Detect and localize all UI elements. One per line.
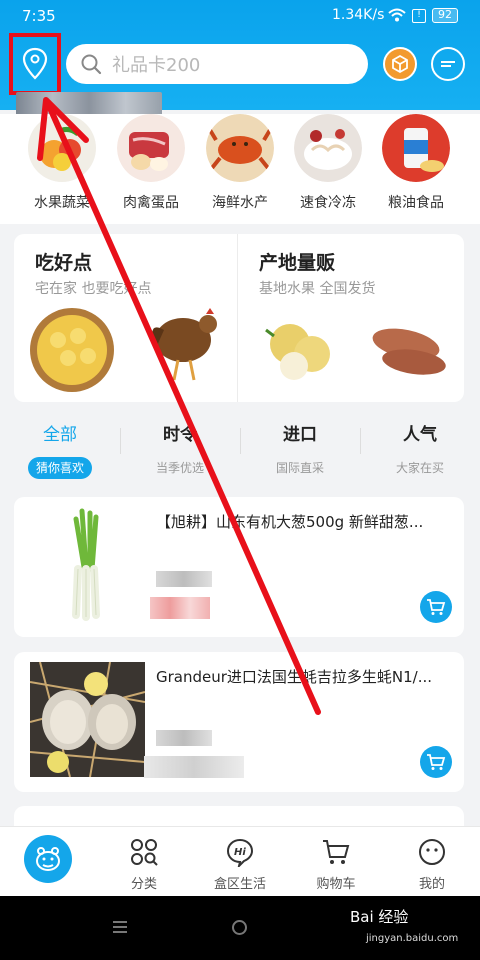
hi-chat-icon: Hi	[226, 838, 254, 867]
add-to-cart-button[interactable]	[420, 746, 452, 778]
category-label: 水果蔬菜	[34, 195, 90, 211]
nav-category[interactable]: 分类	[96, 827, 192, 897]
promo-produce-image	[265, 324, 446, 380]
location-pin-icon	[22, 47, 48, 80]
watermark-main: Bai 经验	[350, 908, 409, 926]
wifi-icon	[388, 8, 406, 22]
product-price-blurred	[156, 571, 212, 587]
feed-tabs: 全部 猜你喜欢 时令 当季优选 进口 国际直采 人气 大家在买	[0, 420, 480, 490]
category-label: 海鲜水产	[212, 195, 268, 211]
nav-label: 购物车	[316, 877, 356, 892]
tab-all[interactable]: 全部 猜你喜欢	[0, 420, 120, 479]
nav-home[interactable]	[0, 827, 96, 897]
search-icon	[81, 54, 102, 75]
message-icon	[441, 59, 455, 69]
fruit-image	[28, 114, 96, 182]
category-label: 粮油食品	[388, 195, 444, 211]
nav-label: 我的	[418, 877, 445, 892]
product-image-scallion	[30, 507, 145, 622]
category-fruit-veg[interactable]: 水果蔬菜	[14, 114, 110, 212]
crab-image	[206, 114, 274, 182]
promo-food-image	[30, 308, 217, 392]
product-price-blurred	[144, 756, 244, 778]
promo-subtitle: 基地水果 全国发货	[259, 281, 376, 297]
category-meat-egg[interactable]: 肉禽蛋品	[103, 114, 199, 212]
category-grain-oil[interactable]: 粮油食品	[368, 114, 464, 212]
profile-smile-icon	[419, 839, 445, 865]
category-label: 肉禽蛋品	[123, 195, 179, 211]
product-name: Grandeur进口法国生蚝吉拉多生蚝N1/...	[156, 668, 433, 686]
promo-origin-bulk[interactable]: 产地量贩 基地水果 全国发货	[238, 234, 462, 402]
network-speed: 1.34K/s	[332, 7, 385, 23]
promo-eat-well[interactable]: 吃好点 宅在家 也要吃好点	[14, 234, 238, 402]
cart-icon	[427, 599, 446, 615]
tab-seasonal[interactable]: 时令 当季优选	[120, 420, 240, 479]
nav-cart[interactable]: 购物车	[288, 827, 384, 897]
watermark: Bai 经验 jingyan.baidu.com	[350, 906, 458, 944]
search-bar[interactable]: 礼品卡200	[66, 44, 368, 84]
tab-imported[interactable]: 进口 国际直采	[240, 420, 360, 479]
meat-image	[117, 114, 185, 182]
product-price-blurred	[150, 597, 210, 619]
svg-text:Hi: Hi	[234, 847, 246, 858]
tab-subtitle: 国际直采	[275, 461, 324, 475]
tab-title: 进口	[283, 425, 317, 445]
sim-icon: !	[412, 9, 426, 23]
add-to-cart-button[interactable]	[420, 591, 452, 623]
location-button[interactable]	[9, 33, 61, 95]
category-row: 水果蔬菜 肉禽蛋品 海鲜水产 速食冷冻 粮油食品	[0, 114, 480, 224]
tab-subtitle: 大家在买	[395, 461, 444, 475]
tab-title: 时令	[163, 425, 197, 445]
status-bar: 7:35 1.34K/s ! 92	[0, 0, 480, 32]
tab-title: 全部	[43, 425, 77, 445]
cube-icon	[392, 54, 408, 74]
battery-icon: 92	[432, 8, 458, 23]
search-placeholder: 礼品卡200	[112, 55, 201, 76]
bottom-nav: 分类 Hi 盒区生活 购物车 我的	[0, 826, 480, 896]
home-hippo-icon	[24, 835, 72, 883]
promo-subtitle: 宅在家 也要吃好点	[35, 281, 152, 297]
home-circle-icon[interactable]	[232, 920, 247, 935]
category-frozen[interactable]: 速食冷冻	[280, 114, 376, 212]
promo-title: 吃好点	[35, 252, 93, 274]
nav-life[interactable]: Hi 盒区生活	[192, 827, 288, 897]
tab-subtitle: 猜你喜欢	[27, 457, 92, 479]
status-time: 7:35	[22, 7, 56, 25]
grain-oil-image	[382, 114, 450, 182]
menu-icon[interactable]	[113, 921, 127, 936]
dumpling-image	[294, 114, 362, 182]
tab-title: 人气	[403, 425, 437, 445]
category-seafood[interactable]: 海鲜水产	[192, 114, 288, 212]
nav-label: 盒区生活	[213, 877, 266, 892]
product-price-blurred	[156, 730, 212, 746]
watermark-sub: jingyan.baidu.com	[366, 933, 459, 944]
product-card[interactable]: 【旭耕】山东有机大葱500g 新鲜甜葱...	[14, 497, 464, 637]
product-card[interactable]: Grandeur进口法国生蚝吉拉多生蚝N1/...	[14, 652, 464, 792]
nav-me[interactable]: 我的	[384, 827, 480, 897]
tab-subtitle: 当季优选	[155, 461, 204, 475]
shopping-cart-icon	[323, 840, 350, 864]
category-grid-icon	[131, 839, 158, 866]
cart-icon	[427, 754, 446, 770]
tab-popular[interactable]: 人气 大家在买	[360, 420, 480, 479]
nav-label: 分类	[130, 877, 157, 892]
product-image-oyster	[30, 662, 145, 777]
category-label: 速食冷冻	[300, 195, 356, 211]
product-name: 【旭耕】山东有机大葱500g 新鲜甜葱...	[156, 513, 424, 531]
store-button[interactable]	[383, 47, 417, 81]
message-button[interactable]	[431, 47, 465, 81]
promo-card: 吃好点 宅在家 也要吃好点 产地量贩 基地水果 全国发货	[14, 234, 464, 402]
promo-title: 产地量贩	[259, 252, 336, 274]
